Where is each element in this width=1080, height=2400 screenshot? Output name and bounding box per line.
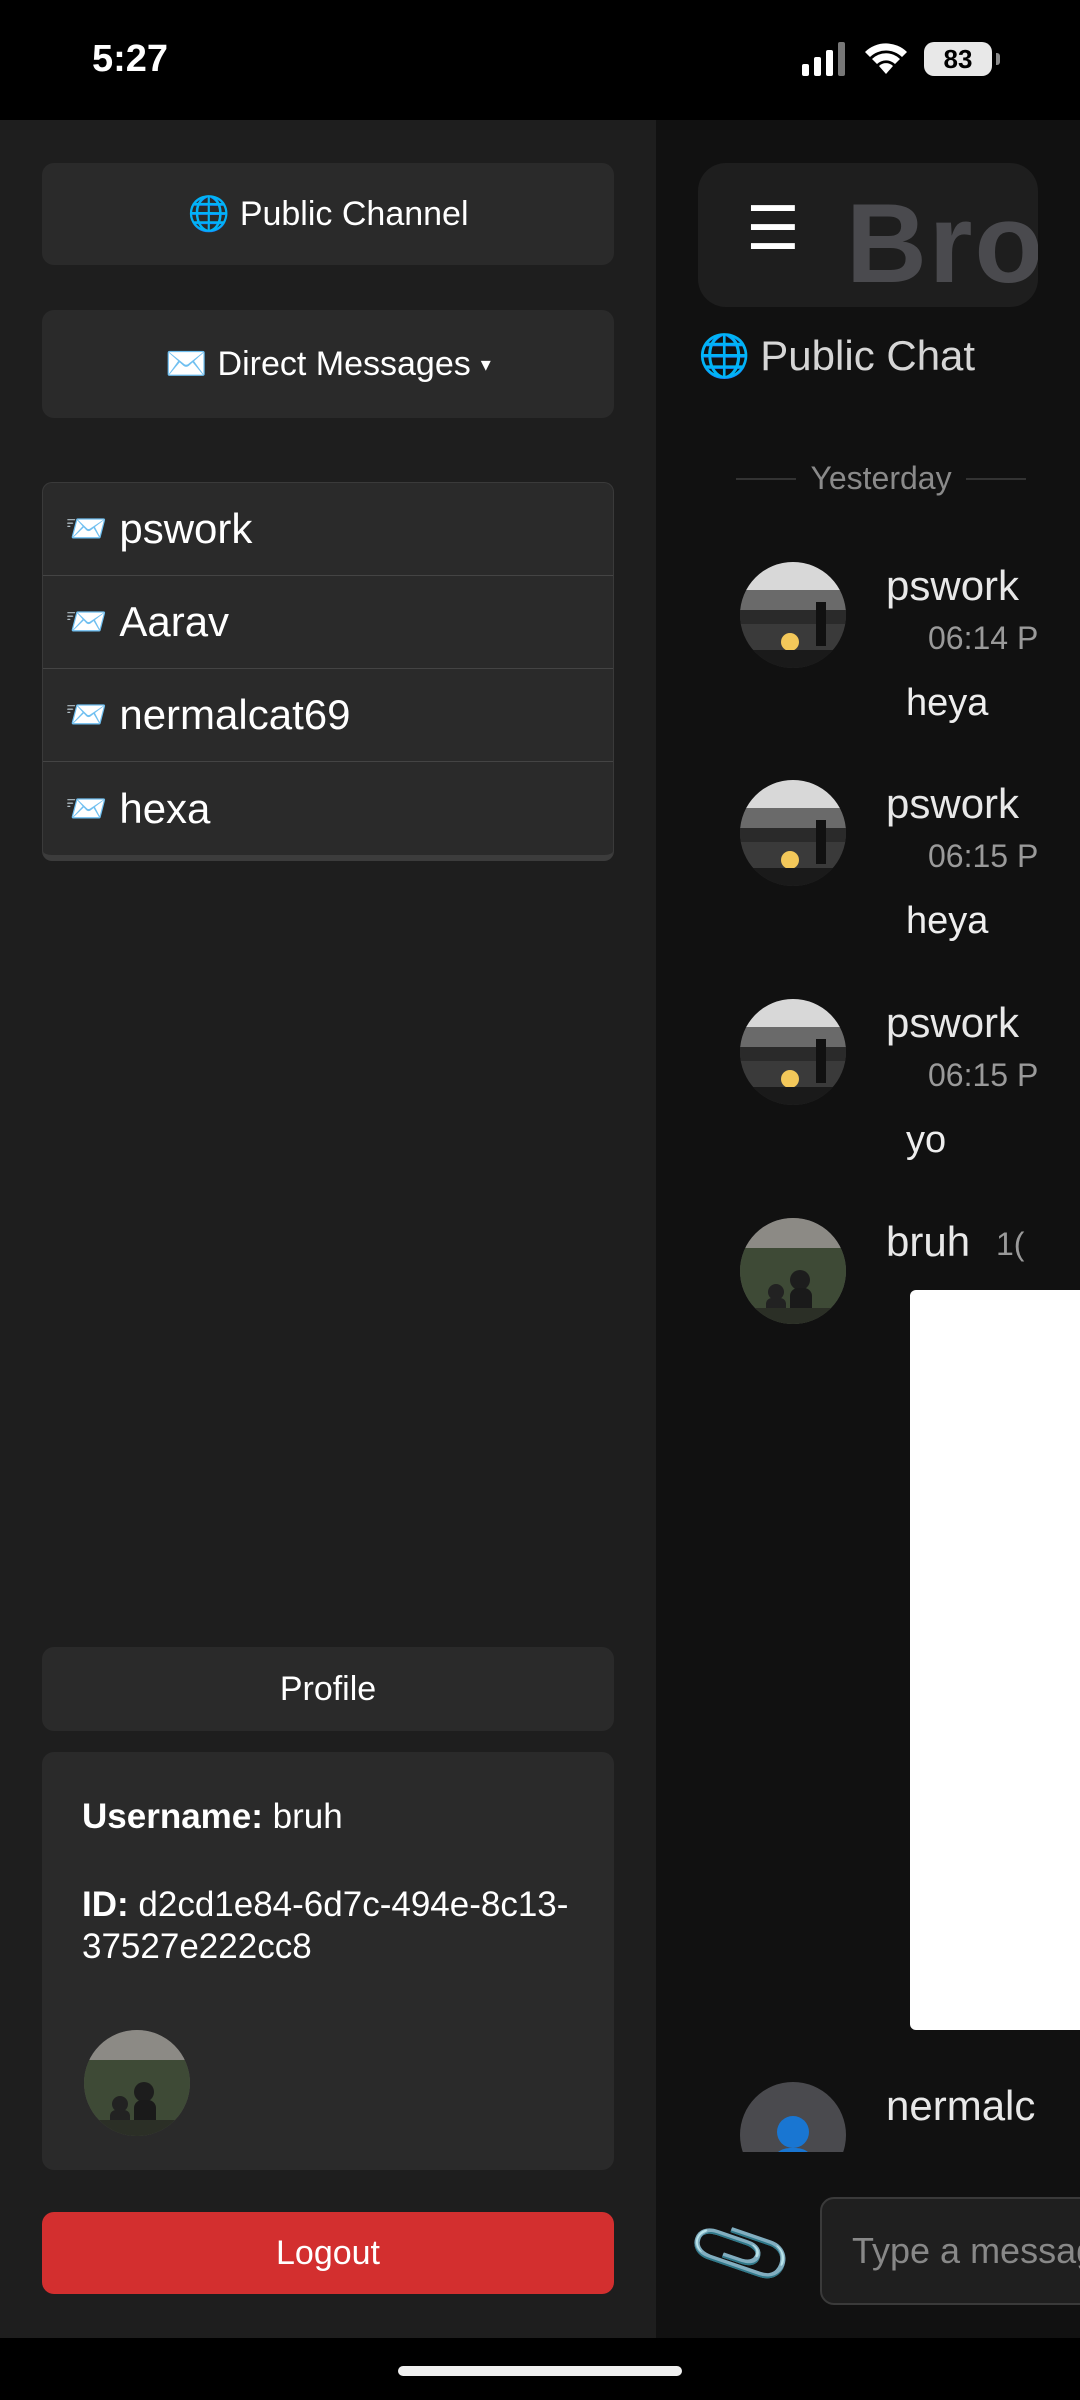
date-separator: Yesterday xyxy=(736,460,1027,497)
public-channel-label: Public Channel xyxy=(239,194,469,233)
sidebar: 🌐 Public Channel ✉️ Direct Messages ▾ 📨 … xyxy=(0,120,656,2338)
message-time: 06:14 P xyxy=(928,620,1039,656)
message-image[interactable] xyxy=(910,1290,1080,2030)
dm-item-nermalcat69[interactable]: 📨 nermalcat69 xyxy=(43,669,613,762)
profile-button[interactable]: Profile xyxy=(42,1647,614,1731)
message-item: nermalc xyxy=(740,2082,1080,2152)
status-time: 5:27 xyxy=(92,38,169,80)
channel-title-label: Public Chat xyxy=(760,332,976,379)
message-input[interactable]: Type a messag xyxy=(820,2197,1080,2305)
message-author: pswork xyxy=(886,780,1020,827)
dm-item-label: hexa xyxy=(119,784,211,832)
message-text: yo xyxy=(906,1119,947,1161)
username-value: bruh xyxy=(272,1797,343,1836)
username-label: Username: xyxy=(82,1797,263,1836)
profile-card: Username: bruh ID: d2cd1e84-6d7c-494e-8c… xyxy=(42,1752,614,2170)
dm-item-hexa[interactable]: 📨 hexa xyxy=(43,762,613,855)
message-time: 06:15 P xyxy=(928,838,1039,874)
id-value: d2cd1e84-6d7c-494e-8c13-37527e222cc8 xyxy=(82,1885,569,1966)
message-input-bar: 📎 Type a messag xyxy=(656,2160,1080,2338)
profile-avatar xyxy=(84,2030,190,2136)
hamburger-menu-icon[interactable]: ☰ xyxy=(746,199,800,259)
dm-item-pswork[interactable]: 📨 pswork xyxy=(43,483,613,576)
chat-panel: ☰ BroC 🌐Public Chat Yesterday pswork 06:… xyxy=(656,120,1080,2338)
incoming-envelope-icon: 📨 xyxy=(65,603,108,641)
user-avatar[interactable] xyxy=(740,2082,846,2152)
message-author: pswork xyxy=(886,999,1020,1046)
id-row: ID: d2cd1e84-6d7c-494e-8c13-37527e222cc8 xyxy=(82,1884,574,1968)
status-bar: 5:27 83 xyxy=(0,0,1080,120)
divider xyxy=(736,477,797,480)
dm-item-label: pswork xyxy=(119,505,253,552)
channel-title: 🌐 Public Chat xyxy=(698,332,975,381)
date-separator-label: Yesterday xyxy=(810,460,952,496)
message-author: bruh xyxy=(886,1218,971,1265)
app-logo: BroC xyxy=(846,181,1038,306)
message-time: 06:15 P xyxy=(928,1057,1039,1093)
id-label: ID: xyxy=(82,1885,129,1924)
globe-icon: 🌐 xyxy=(187,195,230,233)
globe-icon: 🌐 xyxy=(698,332,751,379)
chat-header: ☰ BroC xyxy=(698,163,1038,307)
dm-list: 📨 pswork 📨 Aarav 📨 nermalcat69 📨 hexa xyxy=(42,482,614,861)
user-avatar[interactable] xyxy=(740,1218,846,1324)
user-avatar[interactable] xyxy=(740,562,846,668)
incoming-envelope-icon: 📨 xyxy=(65,510,108,548)
divider xyxy=(965,477,1027,480)
status-icons: 83 xyxy=(802,42,1000,76)
signal-icon xyxy=(802,42,845,76)
message-text: heya xyxy=(906,682,989,724)
wifi-icon xyxy=(865,43,907,74)
message-author: nermalc xyxy=(886,2082,1036,2129)
paperclip-icon[interactable]: 📎 xyxy=(683,2196,799,2311)
public-channel-button[interactable]: 🌐 Public Channel xyxy=(42,163,614,265)
user-avatar[interactable] xyxy=(740,999,846,1105)
user-avatar[interactable] xyxy=(740,780,846,886)
direct-messages-button[interactable]: ✉️ Direct Messages ▾ xyxy=(42,310,614,418)
home-indicator[interactable] xyxy=(398,2366,682,2376)
battery-indicator: 83 xyxy=(924,42,1000,76)
direct-messages-label: Direct Messages xyxy=(217,344,471,383)
chevron-down-icon: ▾ xyxy=(480,353,491,376)
incoming-envelope-icon: 📨 xyxy=(65,789,108,828)
message-author: pswork xyxy=(886,562,1020,609)
envelope-icon: ✉️ xyxy=(165,345,208,383)
dm-item-aarav[interactable]: 📨 Aarav xyxy=(43,576,613,669)
message-time: 1( xyxy=(996,1226,1025,1262)
incoming-envelope-icon: 📨 xyxy=(65,696,108,734)
dm-item-label: nermalcat69 xyxy=(119,691,351,738)
dm-item-label: Aarav xyxy=(119,598,230,645)
username-row: Username: bruh xyxy=(82,1796,574,1838)
message-text: heya xyxy=(906,900,989,942)
logout-button[interactable]: Logout xyxy=(42,2212,614,2294)
